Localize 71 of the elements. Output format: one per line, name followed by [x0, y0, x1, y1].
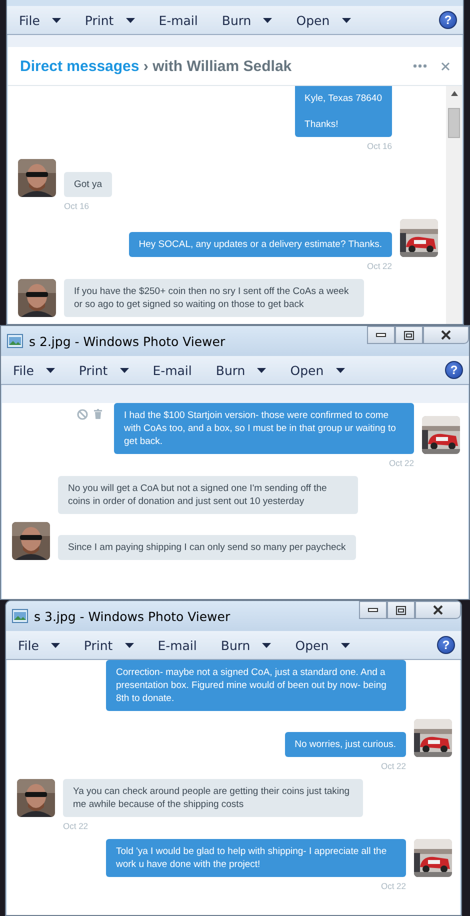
toolbar-menu-button[interactable]: File	[18, 638, 60, 652]
toolbar-menu-button[interactable]: E-mail	[158, 12, 198, 28]
message-time: Oct 22	[63, 821, 90, 831]
close-button[interactable]	[423, 326, 469, 344]
message-text: Told 'ya I would be glad to help with shipping- I appreciate all the work u have done with the project!	[116, 845, 388, 871]
window-title: s 2.jpg - Windows Photo Viewer	[29, 334, 226, 348]
caret-icon	[263, 18, 272, 22]
toolbar-menu-button[interactable]: Open	[295, 638, 350, 652]
caret-icon	[340, 642, 350, 648]
maximize-icon	[404, 330, 414, 340]
scrollbar[interactable]	[446, 86, 462, 324]
conversation-title: Direct messages › with William Sedlak	[20, 58, 292, 74]
message-text: If you have the $250+ coin then no sry I sent off the CoAs a week or so ago to get signed so waiting on those to get back	[74, 285, 350, 311]
toolbar-menu-button[interactable]: Burn	[220, 638, 272, 652]
minimize-icon	[376, 333, 386, 337]
message-text: Correction- maybe not a signed CoA, just a standard one. And a presentation box. Figured mine would of been out by now- being 8th to donate.	[116, 666, 388, 705]
close-icon	[440, 330, 452, 340]
message-text: Kyle, Texas 78640	[304, 92, 382, 105]
caret-icon	[50, 642, 60, 648]
window-title: s 3.jpg - Windows Photo Viewer	[34, 608, 230, 624]
toolbar-menu-button[interactable]: Print	[84, 12, 135, 28]
toolbar-menu-button[interactable]: File	[19, 12, 61, 28]
toolbar-menu-button[interactable]: Burn	[216, 362, 266, 378]
message-text: Since I am paying shipping I can only send so many per paycheck	[68, 541, 346, 554]
toolbar-menu-button[interactable]: Print	[78, 362, 129, 378]
message-time: Oct 22	[366, 261, 392, 271]
maximize-icon	[396, 606, 406, 614]
caret-icon	[336, 368, 345, 372]
photo-viewer-icon	[7, 334, 23, 348]
message-text: Ya you can check around people are getting their coins just taking me awhile because of the shipping costs	[73, 785, 351, 811]
caret-icon	[46, 368, 55, 372]
close-button[interactable]	[415, 601, 461, 619]
help-button[interactable]: ?	[445, 361, 463, 379]
message-text: No worries, just curious.	[294, 738, 396, 751]
minimize-icon	[368, 608, 378, 612]
toolbar-menu-button[interactable]: Print	[84, 638, 134, 652]
message-text: I had the $100 Startjoin version- those were confirmed to come with CoAs too, and a box, so I must be in that group ur waiting to get back.	[124, 409, 397, 448]
message-time: Oct 22	[380, 761, 406, 771]
minimize-button[interactable]	[359, 601, 387, 619]
close-icon[interactable]	[441, 62, 450, 70]
message-time: Oct 16	[366, 141, 392, 151]
message-text: Thanks!	[304, 118, 340, 131]
close-icon	[432, 605, 444, 615]
maximize-button[interactable]	[387, 601, 415, 619]
message-time: Oct 22	[388, 458, 414, 468]
caret-icon	[126, 18, 135, 22]
maximize-button[interactable]	[395, 326, 423, 344]
message-text: Got ya	[74, 178, 102, 191]
caret-icon	[52, 18, 61, 22]
toolbar-menu-button[interactable]: Open	[290, 362, 345, 378]
photo-viewer-icon	[12, 609, 28, 623]
caret-icon	[257, 368, 266, 372]
scroll-up-icon[interactable]	[450, 91, 458, 96]
caret-icon	[120, 368, 129, 372]
toolbar-menu-button[interactable]: Burn	[222, 12, 272, 28]
toolbar-menu-button[interactable]: E-mail	[158, 638, 197, 652]
help-button[interactable]: ?	[439, 11, 457, 29]
minimize-button[interactable]	[367, 326, 395, 344]
caret-icon	[262, 642, 272, 648]
message-time: Oct 16	[64, 201, 90, 211]
message-time: Oct 22	[380, 881, 406, 891]
caret-icon	[342, 18, 351, 22]
toolbar-menu-button[interactable]: File	[13, 362, 55, 378]
message-text: Hey SOCAL, any updates or a delivery estimate? Thanks.	[138, 238, 382, 251]
message-text: No you will get a CoA but not a signed one I'm sending off the coins in order of donation and just sent out 10 yesterday	[68, 482, 328, 508]
more-icon[interactable]	[413, 64, 427, 68]
scroll-thumb[interactable]	[448, 108, 460, 138]
toolbar-menu-button[interactable]: Open	[296, 12, 351, 28]
caret-icon	[124, 642, 134, 648]
help-button[interactable]: ?	[437, 636, 455, 654]
toolbar-menu-button[interactable]: E-mail	[152, 362, 192, 378]
